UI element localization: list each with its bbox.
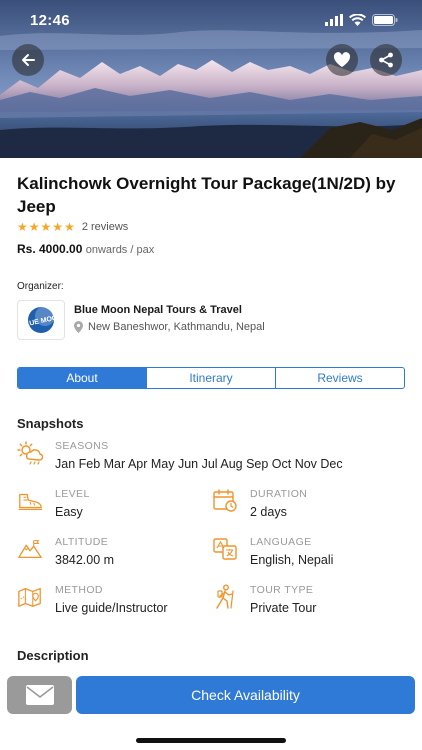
star-icon: ★ — [17, 220, 28, 234]
seasons-value: Jan Feb Mar Apr May Jun Jul Aug Sep Oct … — [55, 457, 343, 471]
duration-info: DURATION 2 days — [212, 488, 307, 519]
tab-reviews[interactable]: Reviews — [276, 368, 404, 388]
tour-title: Kalinchowk Overnight Tour Package(1N/2D)… — [17, 174, 396, 216]
share-icon — [379, 52, 393, 68]
price-suffix: onwards / pax — [85, 244, 155, 256]
tab-itinerary[interactable]: Itinerary — [147, 368, 276, 388]
arrow-left-icon — [22, 54, 35, 66]
language-value: English, Nepali — [250, 553, 334, 567]
language-label: LANGUAGE — [250, 536, 312, 548]
battery-icon — [372, 14, 398, 26]
duration-value: 2 days — [250, 505, 287, 519]
home-indicator[interactable] — [136, 738, 286, 743]
snapshots-title: Snapshots — [17, 416, 84, 431]
method-label: METHOD — [55, 584, 103, 596]
wifi-icon — [349, 14, 366, 26]
organizer-address-text: New Baneshwor, Kathmandu, Nepal — [88, 321, 265, 333]
description-title: Description — [17, 648, 89, 663]
tour-type-label: TOUR TYPE — [250, 584, 314, 596]
hiking-boot-icon — [17, 488, 43, 514]
calendar-clock-icon — [212, 488, 238, 514]
status-time: 12:46 — [30, 11, 70, 29]
duration-label: DURATION — [250, 488, 308, 500]
method-info: METHOD Live guide/Instructor — [17, 584, 168, 615]
star-icon: ★ — [52, 220, 64, 234]
tab-about[interactable]: About — [18, 368, 147, 388]
rating[interactable]: ★ ★ ★ ★ ★ 2 reviews — [17, 220, 128, 234]
weather-sun-cloud-icon — [17, 440, 43, 466]
reviews-count[interactable]: 2 reviews — [82, 221, 128, 233]
seasons-label: SEASONS — [55, 440, 109, 452]
tour-type-value: Private Tour — [250, 601, 317, 615]
translate-icon — [212, 536, 238, 562]
signal-icon — [325, 14, 343, 26]
altitude-info: ALTITUDE 3842.00 m — [17, 536, 114, 567]
status-bar: 12:46 — [0, 0, 422, 40]
seasons-info: SEASONS Jan Feb Mar Apr May Jun Jul Aug … — [17, 440, 343, 471]
level-info: LEVEL Easy — [17, 488, 90, 519]
level-value: Easy — [55, 505, 83, 519]
price-amount: Rs. 4000.00 — [17, 242, 83, 256]
favorite-button[interactable] — [326, 44, 358, 76]
tab-bar: About Itinerary Reviews — [17, 367, 405, 389]
blue-moon-logo: BLUE MOON — [20, 306, 62, 333]
price: Rs. 4000.00 onwards / pax — [17, 242, 154, 256]
organizer-logo[interactable]: BLUE MOON — [17, 300, 65, 340]
altitude-label: ALTITUDE — [55, 536, 109, 548]
mountain-icon — [17, 536, 43, 562]
contact-mail-button[interactable] — [7, 676, 72, 714]
altitude-value: 3842.00 m — [55, 553, 115, 567]
share-button[interactable] — [370, 44, 402, 76]
tour-type-info: TOUR TYPE Private Tour — [212, 584, 316, 615]
back-button[interactable] — [12, 44, 44, 76]
organizer-address: New Baneshwor, Kathmandu, Nepal — [74, 321, 265, 333]
star-icon: ★ — [40, 220, 52, 234]
organizer-name[interactable]: Blue Moon Nepal Tours & Travel — [74, 304, 242, 316]
heart-icon — [333, 52, 351, 67]
language-info: LANGUAGE English, Nepali — [212, 536, 333, 567]
level-label: LEVEL — [55, 488, 90, 500]
location-pin-icon — [74, 321, 83, 333]
hero-image: 12:46 — [0, 0, 422, 158]
star-icon: ★ — [28, 220, 40, 234]
envelope-icon — [25, 685, 54, 705]
hiker-icon — [212, 584, 238, 610]
check-availability-button[interactable]: Check Availability — [76, 676, 415, 714]
organizer-label: Organizer: — [17, 281, 64, 292]
star-icon: ★ — [64, 220, 75, 234]
status-icons — [325, 14, 398, 26]
method-value: Live guide/Instructor — [55, 601, 168, 615]
map-guide-icon — [17, 584, 43, 610]
